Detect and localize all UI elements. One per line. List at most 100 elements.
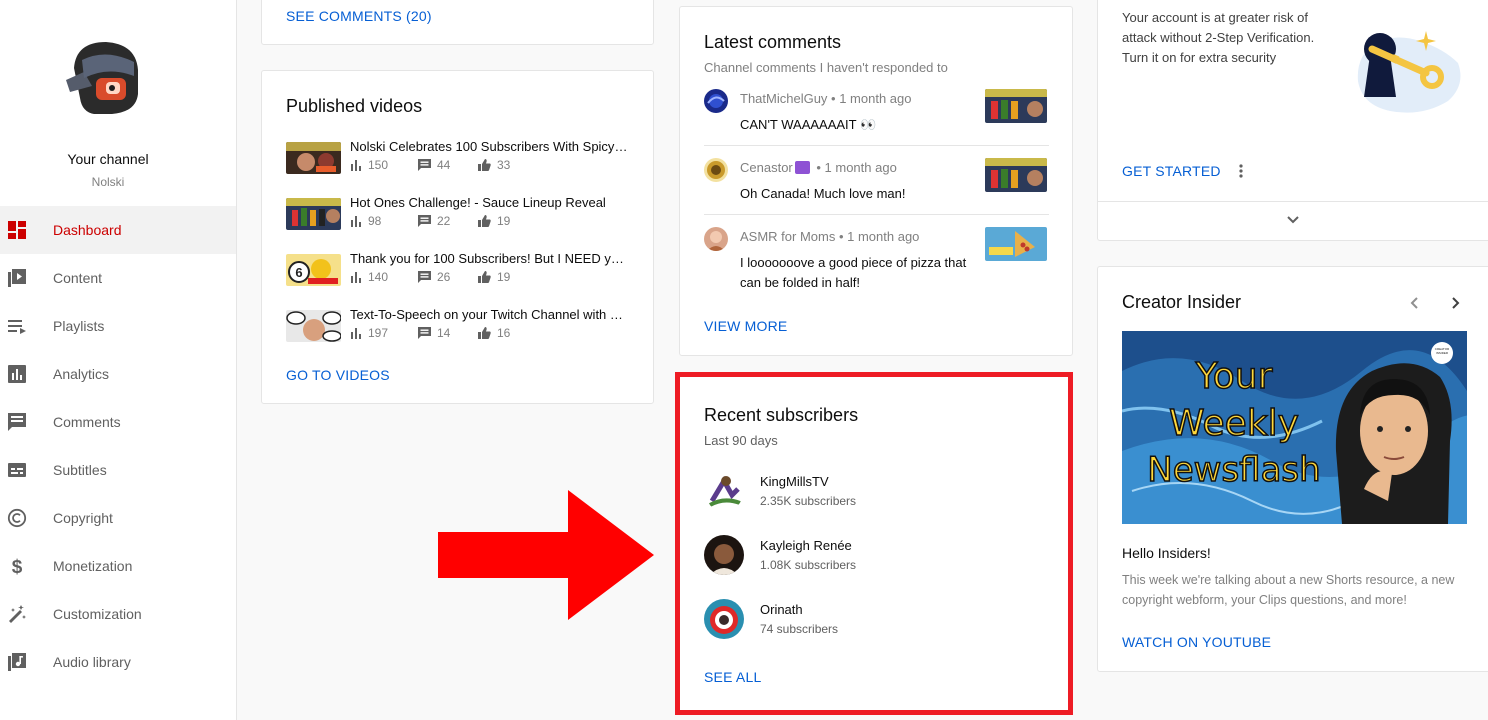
commenter-avatar[interactable] (704, 89, 728, 113)
creator-insider-card: Creator Insider Your Weekly Newsflash CR… (1097, 266, 1488, 672)
commenter-avatar[interactable] (704, 227, 728, 251)
comment-time: 1 month ago (847, 229, 920, 244)
likes-stat: 19 (478, 270, 510, 284)
sidebar-item-comments[interactable]: Comments (0, 398, 236, 446)
comment-video-thumbnail[interactable] (985, 227, 1047, 261)
get-started-button[interactable]: GET STARTED (1122, 163, 1221, 179)
video-thumbnail[interactable] (286, 198, 341, 230)
member-badge-icon (794, 161, 810, 174)
thumbs-up-icon (478, 271, 491, 283)
sidebar-item-label: Comments (53, 414, 121, 430)
analytics-icon (6, 363, 28, 385)
sidebar-item-playlists[interactable]: Playlists (0, 302, 236, 350)
video-thumbnail[interactable] (286, 310, 341, 342)
sidebar-item-dashboard[interactable]: Dashboard (0, 206, 236, 254)
customization-icon (6, 603, 28, 625)
likes-count: 33 (497, 158, 511, 172)
thumbs-up-icon (478, 215, 491, 227)
highlight-frame (675, 372, 1073, 715)
video-thumbnail[interactable] (286, 142, 341, 174)
chevron-left-icon[interactable] (1408, 296, 1422, 310)
card-title: Creator Insider (1122, 292, 1242, 312)
copyright-icon (6, 507, 28, 529)
sidebar-item-label: Subtitles (53, 462, 107, 478)
comment-icon (418, 159, 431, 171)
video-title[interactable]: Hot Ones Challenge! - Sauce Lineup Revea… (350, 195, 631, 210)
views-count: 140 (368, 270, 389, 284)
more-options-icon[interactable] (1236, 163, 1246, 179)
views-count: 197 (368, 326, 389, 340)
sidebar-item-label: Monetization (53, 558, 133, 574)
comment-video-thumbnail[interactable] (985, 158, 1047, 192)
sidebar-item-content[interactable]: Content (0, 254, 236, 302)
comment-author[interactable]: ThatMichelGuy (740, 91, 827, 106)
video-title[interactable]: Thank you for 100 Subscribers! But I NEE… (350, 251, 631, 266)
security-text: Your account is at greater risk of attac… (1122, 10, 1315, 65)
sidebar-item-label: Audio library (53, 654, 131, 670)
sidebar-item-customization[interactable]: Customization (0, 590, 236, 638)
sidebar-item-copyright[interactable]: Copyright (0, 494, 236, 542)
likes-stat: 33 (478, 158, 510, 172)
divider (1098, 201, 1488, 202)
video-row[interactable]: 6 Thank you for 100 Subscribers! But I N… (286, 251, 631, 291)
comment-video-thumbnail[interactable] (985, 89, 1047, 123)
commenter-avatar[interactable] (704, 158, 728, 182)
security-card: Your account is at greater risk of attac… (1097, 0, 1488, 241)
comment-icon (418, 271, 431, 283)
comment-author[interactable]: ASMR for Moms (740, 229, 835, 244)
video-thumbnail[interactable]: 6 (286, 254, 341, 286)
arrow-annotation (438, 490, 658, 620)
video-row[interactable]: Text-To-Speech on your Twitch Channel wi… (286, 307, 631, 347)
monetization-icon: $ (6, 555, 28, 577)
video-stats: 140 26 19 (350, 270, 510, 284)
comment-icon (418, 215, 431, 227)
sidebar-item-label: Content (53, 270, 103, 286)
video-title[interactable]: Nolski Celebrates 100 Subscribers With S… (350, 139, 631, 154)
view-more-link[interactable]: VIEW MORE (704, 318, 787, 334)
go-to-videos-link[interactable]: GO TO VIDEOS (286, 367, 390, 383)
see-comments-link[interactable]: SEE COMMENTS (20) (286, 8, 432, 24)
card-subtitle: Channel comments I haven't responded to (704, 60, 948, 75)
sidebar-item-analytics[interactable]: Analytics (0, 350, 236, 398)
video-row[interactable]: Nolski Celebrates 100 Subscribers With S… (286, 139, 631, 179)
video-title[interactable]: Text-To-Speech on your Twitch Channel wi… (350, 307, 631, 322)
comment-meta: ThatMichelGuy • 1 month ago (740, 91, 912, 106)
sidebar-item-audio-library[interactable]: Audio library (0, 638, 236, 686)
playlists-icon (6, 315, 28, 337)
divider (704, 145, 1049, 146)
card-title: Published videos (286, 96, 423, 116)
comment-item: Cenastor • 1 month ago Oh Canada! Much l… (704, 158, 1049, 218)
hero-line: Your (1195, 355, 1273, 398)
subtitles-icon (6, 459, 28, 481)
comment-icon (418, 327, 431, 339)
insider-heading: Hello Insiders! (1122, 545, 1211, 561)
security-key-illustration (1348, 25, 1468, 117)
bar-chart-icon (351, 160, 361, 171)
sidebar-item-label: Customization (53, 606, 142, 622)
comment-meta: ASMR for Moms • 1 month ago (740, 229, 920, 244)
chevron-right-icon[interactable] (1448, 296, 1462, 310)
audio-library-icon (6, 651, 28, 673)
video-row[interactable]: Hot Ones Challenge! - Sauce Lineup Revea… (286, 195, 631, 235)
comment-meta: Cenastor • 1 month ago (740, 160, 897, 175)
likes-count: 16 (497, 326, 511, 340)
comments-count: 14 (437, 326, 451, 340)
creator-insider-thumbnail[interactable]: Your Weekly Newsflash CREATOR INSIDER (1122, 331, 1467, 524)
insider-body: This week we're talking about a new Shor… (1122, 573, 1455, 607)
hero-line: Weekly (1168, 402, 1299, 445)
likes-count: 19 (497, 214, 511, 228)
sidebar-item-subtitles[interactable]: Subtitles (0, 446, 236, 494)
hero-badge: CREATOR INSIDER (1434, 347, 1450, 355)
latest-comments-card: Latest comments Channel comments I haven… (679, 6, 1073, 356)
expand-chevron-icon[interactable] (1286, 213, 1300, 227)
watch-on-youtube-link[interactable]: WATCH ON YOUTUBE (1122, 634, 1271, 650)
views-stat: 150 (350, 158, 418, 172)
comment-author[interactable]: Cenastor (740, 160, 793, 175)
channel-avatar[interactable] (54, 36, 154, 120)
video-stats: 98 22 19 (350, 214, 510, 228)
published-videos-card: Published videos Nolski Celebrates 100 S… (261, 70, 654, 404)
sidebar-item-monetization[interactable]: $ Monetization (0, 542, 236, 590)
views-count: 98 (368, 214, 382, 228)
comment-time: 1 month ago (824, 160, 897, 175)
comment-item: ThatMichelGuy • 1 month ago CAN'T WAAAAA… (704, 89, 1049, 149)
